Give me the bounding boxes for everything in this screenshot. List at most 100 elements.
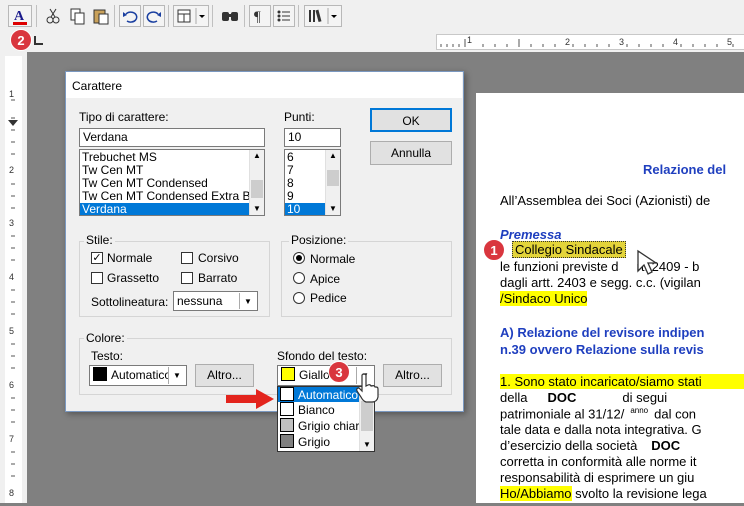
font-color-icon[interactable]: A [8,5,32,27]
copy-icon[interactable] [66,5,88,27]
svg-text:1: 1 [9,89,14,99]
style-group-label: Stile: [84,233,115,247]
normal-checkbox[interactable]: ✓ [91,252,103,264]
option-label: Grigio [298,435,331,449]
font-list-item[interactable]: Trebuchet MS [80,150,264,164]
doc-line: dagli artt. 2403 e segg. c.c. (vigilan [500,275,701,290]
paragraph-icon[interactable]: ¶ [249,5,271,27]
option-swatch [280,434,294,448]
cut-icon[interactable] [42,5,64,27]
underline-select[interactable]: nessuna ▼ [173,291,258,311]
font-name-input[interactable]: Verdana [79,128,265,147]
dialog-titlebar[interactable] [66,72,462,98]
option-label: Automatico [298,388,359,402]
doc-line: d’esercizio della società DOC [500,438,680,453]
doc-text: di segui [622,390,668,405]
svg-text:2: 2 [9,165,14,175]
svg-text:7: 7 [9,434,14,444]
toolbar: A ¶ [0,0,744,33]
text-color-select[interactable]: Automatico ▼ [89,365,187,386]
doc-selected-text[interactable]: Collegio Sindacale [512,241,626,258]
text-color-more-button[interactable]: Altro... [195,364,254,387]
italic-checkbox[interactable] [181,252,193,264]
doc-section-heading: A) Relazione del revisore indipen [500,325,705,340]
font-list-item-selected[interactable]: Verdana [80,203,250,215]
bold-checkbox[interactable] [91,272,103,284]
separator [36,5,37,27]
chevron-down-icon[interactable]: ▼ [239,293,256,309]
size-list-scrollbar[interactable]: ▲ ▼ [325,150,340,215]
chevron-down-icon[interactable]: ▼ [168,367,185,384]
undo-icon[interactable] [119,5,141,27]
svg-text:2: 2 [565,37,570,47]
separator [298,5,299,27]
paste-icon[interactable] [90,5,112,27]
doc-line: tale data e dalla nota integrativa. G [500,422,702,437]
doc-line: responsabilità di esprimere un giu [500,470,695,485]
scroll-up-icon[interactable]: ▲ [250,150,264,162]
doc-highlight: /Sindaco Unico [500,291,588,306]
table-icon[interactable] [173,5,209,27]
scroll-down-icon[interactable]: ▼ [250,203,264,215]
doc-title: Relazione del [643,162,727,177]
svg-text:1: 1 [467,35,472,45]
background-color-more-button[interactable]: Altro... [383,364,442,387]
doc-line: della DOC di segui [500,390,667,405]
redo-icon[interactable] [143,5,165,27]
doc-text: le funzioni previste d [500,259,619,274]
cursor-hand-icon [355,373,381,408]
svg-text:4: 4 [9,272,14,282]
font-label: Tipo di carattere: [79,110,169,124]
ok-button[interactable]: OK [370,108,452,132]
option-swatch [280,418,294,432]
svg-text:A: A [14,9,25,24]
svg-text:8: 8 [9,488,14,498]
svg-text:3: 3 [619,37,624,47]
separator [168,5,169,27]
doc-highlight: Ho/Abbiamo [500,486,572,501]
position-group [281,241,452,317]
step-badge-1: 1 [483,239,505,261]
library-icon[interactable] [304,5,342,27]
position-normal-radio[interactable] [293,252,305,264]
doc-line: patrimoniale al 31/12/anno dal con [500,406,696,421]
tab-stop-icon[interactable] [34,36,43,45]
font-list-scrollbar[interactable]: ▲ ▼ [249,150,264,215]
scroll-down-icon[interactable]: ▼ [360,439,374,451]
find-icon[interactable] [218,5,242,27]
dropdown-option-selected[interactable]: Automatico [278,387,360,402]
size-listbox[interactable]: 6 7 8 9 10 ▲ ▼ [284,149,341,216]
scroll-up-icon[interactable]: ▲ [326,150,340,162]
strike-checkbox[interactable] [181,272,193,284]
position-sub-radio[interactable] [293,292,305,304]
size-input[interactable]: 10 [284,128,341,147]
doc-text: patrimoniale al 31/12/ [500,406,625,422]
scroll-thumb[interactable] [251,180,263,198]
dialog-title: Carattere [72,79,123,93]
horizontal-ruler[interactable]: 1 2 3 4 5 [436,34,744,50]
cancel-button[interactable]: Annulla [370,141,452,165]
separator [114,5,115,27]
doc-line: le funzioni previste d rt. 2409 - b [500,259,699,274]
separator [212,5,213,27]
scroll-thumb[interactable] [327,170,339,186]
scroll-down-icon[interactable]: ▼ [326,203,340,215]
svg-text:6: 6 [9,380,14,390]
background-color-label: Sfondo del testo: [277,349,368,363]
option-swatch [280,387,294,401]
option-label: Grigio chiaro [298,419,367,433]
position-super-radio[interactable] [293,272,305,284]
doc-text: d’esercizio della società [500,438,638,453]
separator [244,5,245,27]
size-label: Punti: [284,110,315,124]
strike-label: Barrato [198,271,238,285]
step-badge-3: 3 [328,361,350,383]
doc-field: anno [630,406,649,415]
font-listbox[interactable]: Trebuchet MS Tw Cen MT Tw Cen MT Condens… [79,149,265,216]
list-icon[interactable] [273,5,295,27]
size-list-item-selected[interactable]: 10 [285,203,326,215]
svg-text:4: 4 [673,37,678,47]
vertical-ruler[interactable]: 1 2 3 4 5 6 7 8 [5,56,22,503]
bold-label: Grassetto [107,271,160,285]
italic-label: Corsivo [198,251,239,265]
